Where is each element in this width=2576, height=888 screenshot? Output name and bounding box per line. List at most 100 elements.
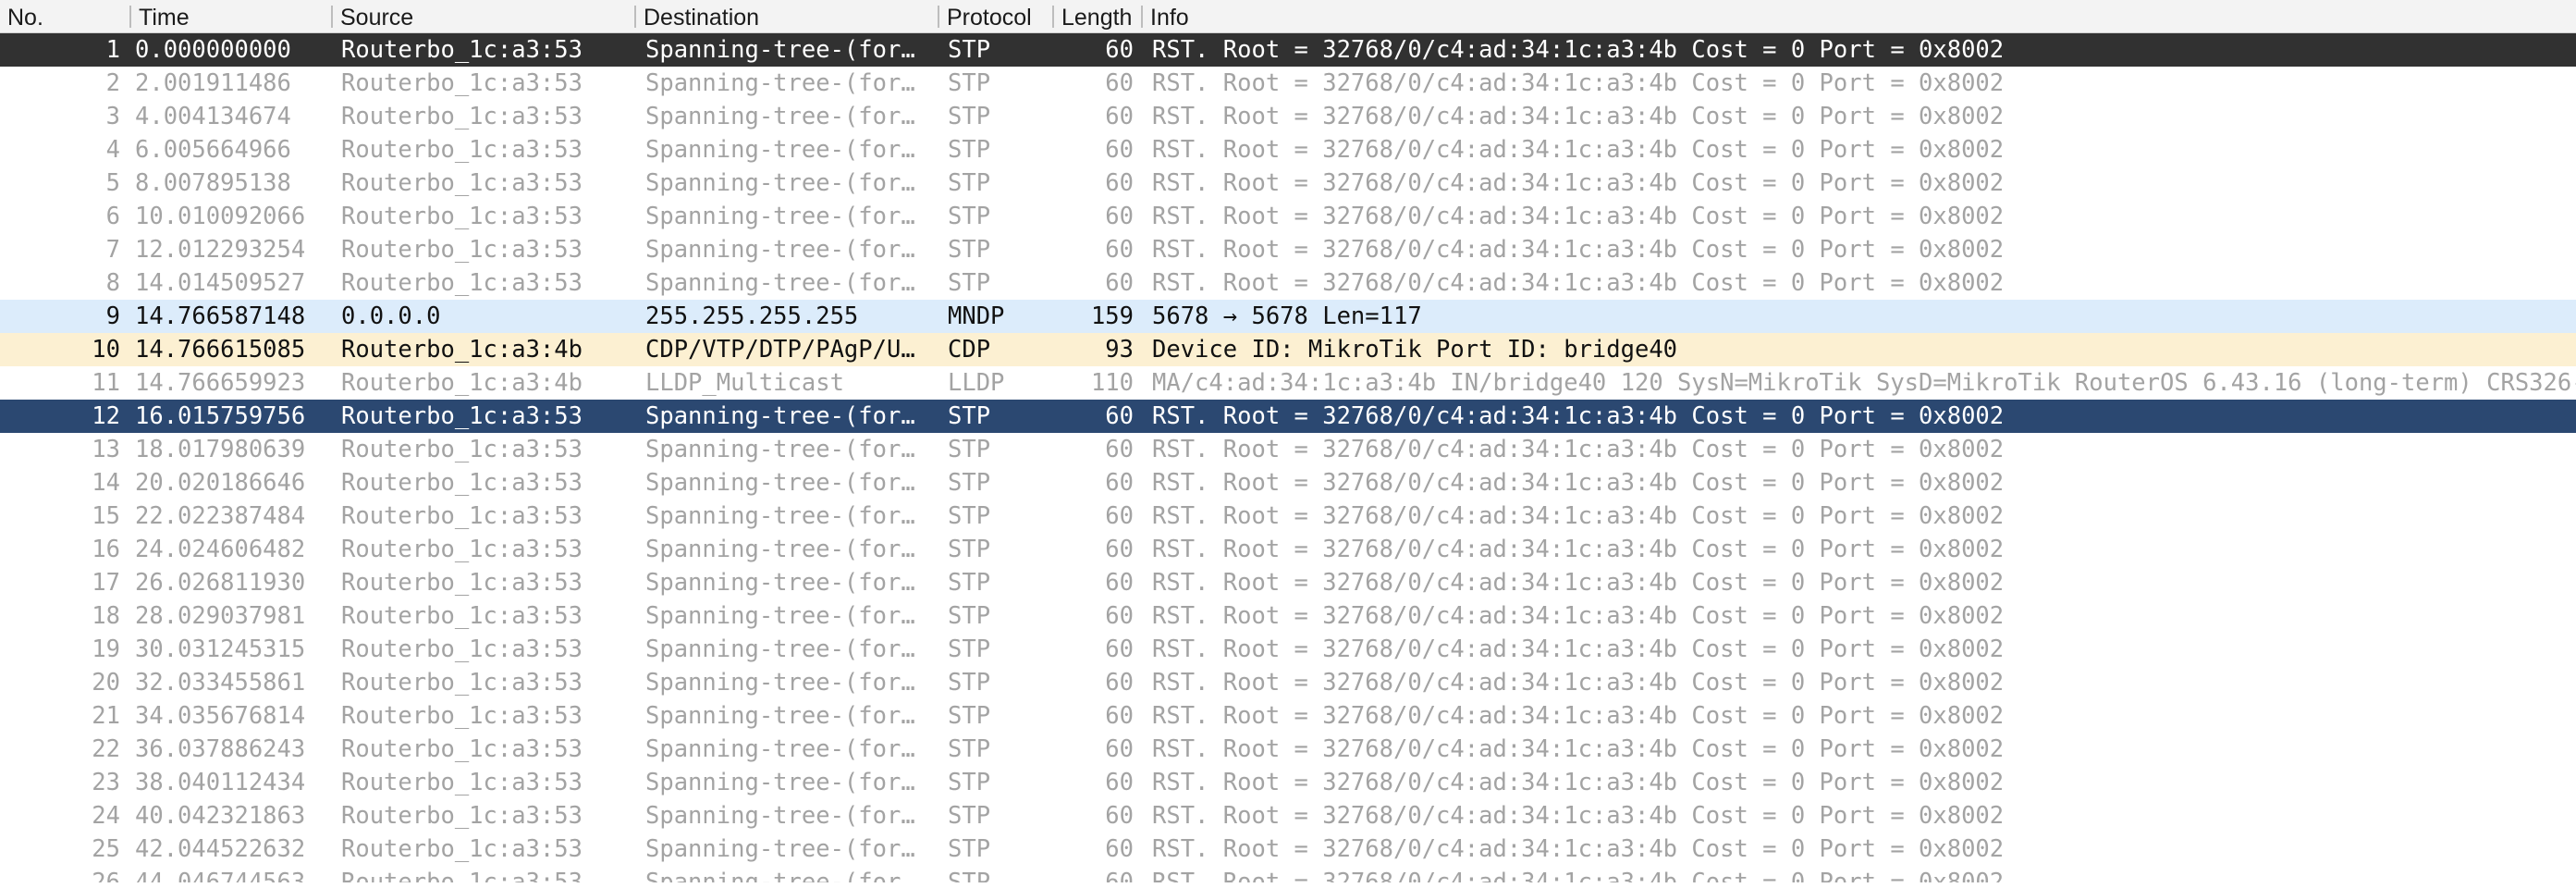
packet-protocol: STP [948, 269, 991, 297]
packet-row[interactable]: 16 24.024606482 Routerbo_1c:a3:53 Spanning-… [0, 533, 2576, 566]
packet-number: 5 [105, 169, 120, 197]
packet-time: 24.024606482 [135, 536, 306, 563]
packet-protocol: STP [948, 103, 991, 130]
packet-row[interactable]: 11 14.766659923 Routerbo_1c:a3:4b LLDP_Mult… [0, 366, 2576, 400]
packet-source: Routerbo_1c:a3:53 [341, 769, 583, 796]
packet-time: 22.022387484 [135, 502, 306, 530]
packet-info: RST. Root = 32768/0/c4:ad:34:1c:a3:4b Co… [1152, 402, 2005, 430]
packet-row[interactable]: 13 18.017980639 Routerbo_1c:a3:53 Spanning-… [0, 433, 2576, 466]
packet-row[interactable]: 15 22.022387484 Routerbo_1c:a3:53 Spanning-… [0, 500, 2576, 533]
column-header-protocol[interactable]: Protocol [939, 0, 1052, 32]
packet-time: 20.020186646 [135, 469, 306, 497]
column-header-no[interactable]: No. [0, 0, 128, 32]
packet-info: RST. Root = 32768/0/c4:ad:34:1c:a3:4b Co… [1152, 169, 2005, 197]
packet-source: Routerbo_1c:a3:53 [341, 103, 583, 130]
packet-row[interactable]: 21 34.035676814 Routerbo_1c:a3:53 Spanning-… [0, 699, 2576, 733]
packet-destination: Spanning-tree-(for… [645, 769, 915, 796]
packet-info: RST. Root = 32768/0/c4:ad:34:1c:a3:4b Co… [1152, 669, 2005, 697]
packet-length: 60 [1105, 702, 1134, 730]
packet-destination: Spanning-tree-(for… [645, 569, 915, 597]
packet-info: RST. Root = 32768/0/c4:ad:34:1c:a3:4b Co… [1152, 735, 2005, 763]
packet-protocol: STP [948, 203, 991, 230]
packet-row[interactable]: 2 2.001911486 Routerbo_1c:a3:53 Spanning-tr… [0, 67, 2576, 100]
packet-row[interactable]: 19 30.031245315 Routerbo_1c:a3:53 Spanning-… [0, 633, 2576, 666]
packet-protocol: STP [948, 36, 991, 64]
packet-length: 60 [1105, 602, 1134, 630]
packet-protocol: STP [948, 635, 991, 663]
packet-time: 30.031245315 [135, 635, 306, 663]
packet-row[interactable]: 4 6.005664966 Routerbo_1c:a3:53 Spanning-tr… [0, 133, 2576, 166]
packet-row[interactable]: 12 16.015759756 Routerbo_1c:a3:53 Spanning-… [0, 400, 2576, 433]
packet-number: 19 [92, 635, 120, 663]
packet-rows: 1 0.000000000 Routerbo_1c:a3:53 Spanning-tr… [0, 33, 2576, 888]
packet-number: 1 [105, 36, 120, 64]
packet-protocol: STP [948, 402, 991, 430]
packet-number: 22 [92, 735, 120, 763]
column-header-info[interactable]: Info [1143, 0, 2576, 32]
packet-number: 6 [105, 203, 120, 230]
packet-protocol: LLDP [948, 369, 1005, 397]
packet-info: RST. Root = 32768/0/c4:ad:34:1c:a3:4b Co… [1152, 136, 2005, 164]
column-header-source[interactable]: Source [333, 0, 634, 32]
packet-row[interactable]: 18 28.029037981 Routerbo_1c:a3:53 Spanning-… [0, 599, 2576, 633]
packet-row[interactable]: 25 42.044522632 Routerbo_1c:a3:53 Spanning-… [0, 832, 2576, 866]
packet-row[interactable]: 6 10.010092066 Routerbo_1c:a3:53 Spanning-t… [0, 200, 2576, 233]
packet-length: 60 [1105, 236, 1134, 264]
packet-list-header: No. Time Source Destination Protocol Len… [0, 0, 2576, 33]
packet-number: 16 [92, 536, 120, 563]
packet-source: Routerbo_1c:a3:53 [341, 136, 583, 164]
packet-row[interactable]: 1 0.000000000 Routerbo_1c:a3:53 Spanning-tr… [0, 33, 2576, 67]
packet-time: 0.000000000 [135, 36, 291, 64]
packet-row[interactable]: 22 36.037886243 Routerbo_1c:a3:53 Spanning-… [0, 733, 2576, 766]
packet-source: Routerbo_1c:a3:53 [341, 802, 583, 830]
packet-destination: Spanning-tree-(for… [645, 236, 915, 264]
packet-source: Routerbo_1c:a3:53 [341, 569, 583, 597]
packet-row[interactable]: 9 14.766587148 0.0.0.0 255.255.255.255 MNDP 1… [0, 300, 2576, 333]
packet-info: Device ID: MikroTik Port ID: bridge40 [1152, 336, 1678, 364]
packet-protocol: STP [948, 136, 991, 164]
packet-length: 60 [1105, 402, 1134, 430]
packet-destination: Spanning-tree-(for… [645, 469, 915, 497]
packet-row[interactable]: 7 12.012293254 Routerbo_1c:a3:53 Spanning-t… [0, 233, 2576, 266]
packet-destination: LLDP_Multicast [645, 369, 844, 397]
packet-source: Routerbo_1c:a3:53 [341, 269, 583, 297]
packet-info: RST. Root = 32768/0/c4:ad:34:1c:a3:4b Co… [1152, 835, 2005, 863]
packet-row[interactable]: 3 4.004134674 Routerbo_1c:a3:53 Spanning-tr… [0, 100, 2576, 133]
packet-row[interactable]: 20 32.033455861 Routerbo_1c:a3:53 Spanning-… [0, 666, 2576, 699]
packet-info: RST. Root = 32768/0/c4:ad:34:1c:a3:4b Co… [1152, 602, 2005, 630]
column-header-length[interactable]: Length [1054, 0, 1142, 32]
packet-time: 28.029037981 [135, 602, 306, 630]
packet-time: 36.037886243 [135, 735, 306, 763]
packet-time: 14.014509527 [135, 269, 306, 297]
packet-number: 25 [92, 835, 120, 863]
packet-protocol: STP [948, 735, 991, 763]
packet-protocol: STP [948, 169, 991, 197]
packet-source: Routerbo_1c:a3:53 [341, 502, 583, 530]
packet-row[interactable]: 24 40.042321863 Routerbo_1c:a3:53 Spanning-… [0, 799, 2576, 832]
column-header-destination[interactable]: Destination [636, 0, 938, 32]
packet-length: 60 [1105, 835, 1134, 863]
packet-row[interactable]: 8 14.014509527 Routerbo_1c:a3:53 Spanning-t… [0, 266, 2576, 300]
packet-number: 21 [92, 702, 120, 730]
packet-length: 60 [1105, 169, 1134, 197]
packet-protocol: STP [948, 769, 991, 796]
packet-info: RST. Root = 32768/0/c4:ad:34:1c:a3:4b Co… [1152, 702, 2005, 730]
packet-protocol: STP [948, 802, 991, 830]
column-header-time[interactable]: Time [131, 0, 329, 32]
packet-number: 12 [92, 402, 120, 430]
packet-protocol: STP [948, 236, 991, 264]
packet-row[interactable]: 23 38.040112434 Routerbo_1c:a3:53 Spanning-… [0, 766, 2576, 799]
packet-row[interactable]: 5 8.007895138 Routerbo_1c:a3:53 Spanning-tr… [0, 166, 2576, 200]
packet-destination: Spanning-tree-(for… [645, 203, 915, 230]
packet-source: Routerbo_1c:a3:53 [341, 702, 583, 730]
packet-row[interactable]: 10 14.766615085 Routerbo_1c:a3:4b CDP/VTP/D… [0, 333, 2576, 366]
packet-protocol: STP [948, 469, 991, 497]
packet-list[interactable]: No. Time Source Destination Protocol Len… [0, 0, 2576, 888]
packet-destination: 255.255.255.255 [645, 302, 859, 330]
packet-length: 60 [1105, 735, 1134, 763]
packet-info: RST. Root = 32768/0/c4:ad:34:1c:a3:4b Co… [1152, 569, 2005, 597]
packet-row[interactable]: 14 20.020186646 Routerbo_1c:a3:53 Spanning-… [0, 466, 2576, 500]
packet-source: Routerbo_1c:a3:53 [341, 536, 583, 563]
packet-row[interactable]: 17 26.026811930 Routerbo_1c:a3:53 Spanning-… [0, 566, 2576, 599]
packet-protocol: MNDP [948, 302, 1005, 330]
